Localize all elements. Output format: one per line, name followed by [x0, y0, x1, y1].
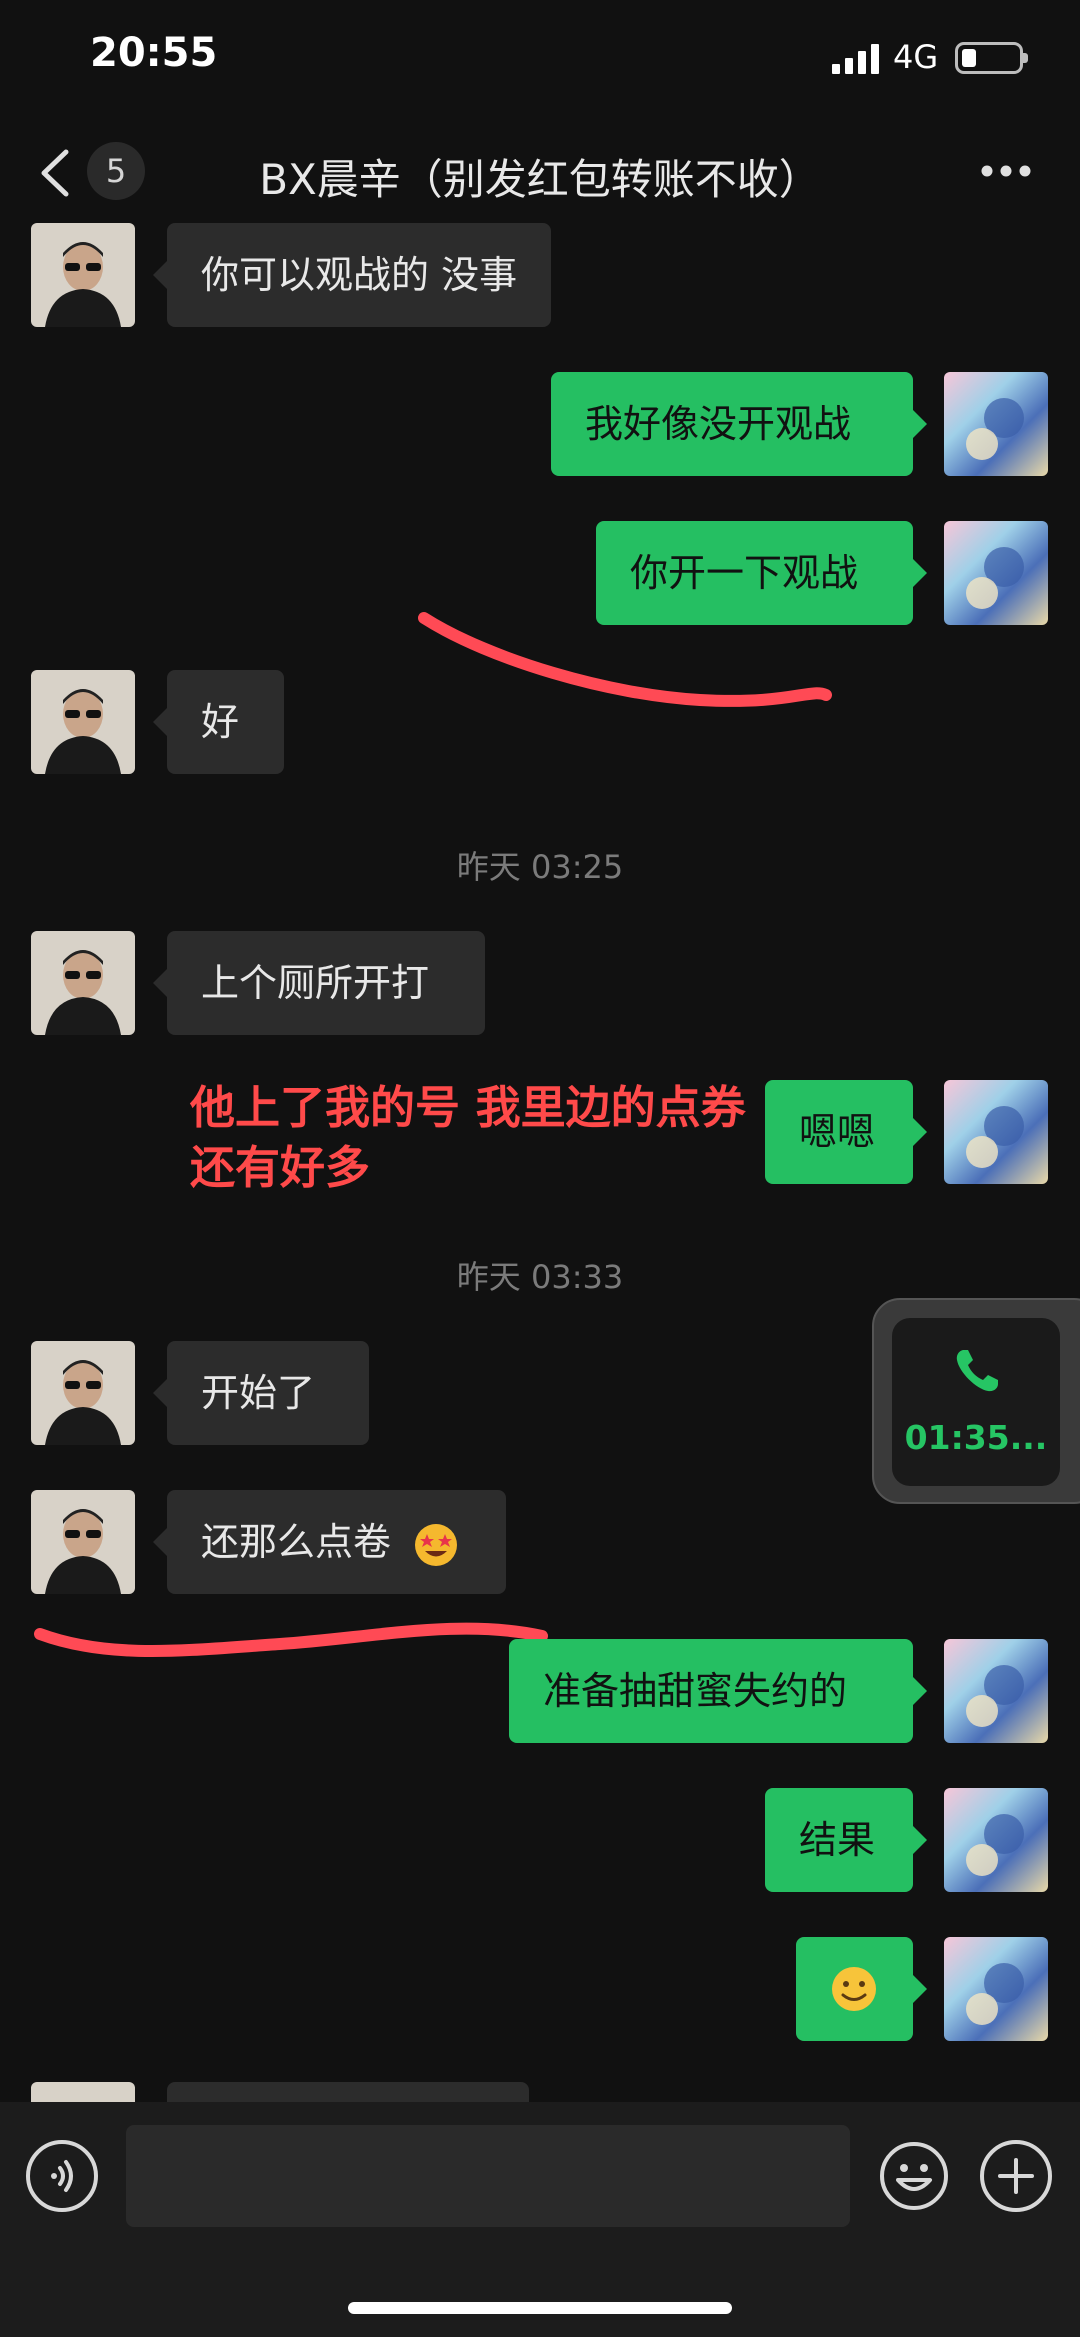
signal-icon: [832, 44, 879, 74]
message-text: 结果: [799, 1818, 876, 1862]
message-bubble-outgoing[interactable]: 准备抽甜蜜失约的: [509, 1639, 927, 1743]
message-bubble-incoming[interactable]: 还那么点卷: [153, 1490, 506, 1594]
red-annotation-text: 他上了我的号 我里边的点券还有好多: [190, 1081, 746, 1194]
my-avatar[interactable]: [944, 1080, 1048, 1184]
contact-avatar[interactable]: [31, 931, 135, 1035]
message-text: 准备抽甜蜜失约的: [543, 1669, 848, 1713]
red-scribble-underline: [34, 1622, 548, 1657]
contact-avatar-partial: [31, 2082, 135, 2102]
phone-icon: [956, 1350, 998, 1392]
my-avatar[interactable]: [944, 1788, 1048, 1892]
timestamp: 昨天 03:33: [456, 1258, 624, 1296]
my-avatar[interactable]: [944, 1937, 1048, 2041]
message-input[interactable]: [126, 2125, 850, 2227]
my-avatar[interactable]: [944, 372, 1048, 476]
status-time: 20:55: [90, 30, 218, 76]
chat-title: BX晨辛（别发红包转账不收）: [259, 155, 821, 204]
battery-icon: [955, 42, 1028, 74]
call-duration: 01:35...: [904, 1418, 1048, 1457]
message-bubble-incoming[interactable]: 上个厕所开打: [153, 931, 485, 1035]
plus-icon: [998, 2158, 1034, 2194]
star-struck-emoji-icon: [415, 1523, 458, 1566]
smile-emoji-icon: [832, 1967, 876, 2011]
more-options-icon[interactable]: [980, 164, 1032, 178]
message-bubble-outgoing[interactable]: 结果: [765, 1788, 927, 1892]
message-text: 上个厕所开打: [201, 961, 430, 1005]
message-text: 开始了: [201, 1371, 316, 1415]
message-text: 嗯嗯: [799, 1110, 876, 1154]
message-bubble-incoming[interactable]: 你可以观战的 没事: [152, 223, 552, 327]
message-text: 还那么点卷: [201, 1520, 392, 1564]
home-indicator: [348, 2302, 732, 2314]
contact-avatar[interactable]: [31, 1341, 135, 1445]
emoji-button-icon[interactable]: [878, 2140, 950, 2212]
more-functions-button[interactable]: [980, 2140, 1052, 2212]
message-text: 你可以观战的 没事: [201, 253, 518, 297]
message-bubble-incoming[interactable]: 开始了: [153, 1341, 369, 1445]
my-avatar[interactable]: [944, 521, 1048, 625]
timestamp: 昨天 03:25: [456, 848, 624, 886]
message-bubble-outgoing[interactable]: 嗯嗯: [765, 1080, 927, 1184]
floating-call-window[interactable]: 01:35...: [872, 1298, 1080, 1504]
voice-input-button[interactable]: [26, 2140, 98, 2212]
contact-avatar[interactable]: [31, 223, 135, 327]
contact-avatar[interactable]: [31, 670, 135, 774]
message-bubble-incoming[interactable]: 好: [153, 670, 284, 774]
contact-avatar[interactable]: [31, 1490, 135, 1594]
voice-icon: [51, 2160, 73, 2192]
message-text: 我好像没开观战: [585, 402, 852, 446]
network-label: 4G: [893, 38, 939, 76]
message-text: 你开一下观战: [630, 551, 859, 595]
message-bubble-partial: [167, 2082, 529, 2102]
red-scribble-underline: [418, 612, 832, 707]
message-bubble-outgoing[interactable]: 我好像没开观战: [551, 372, 927, 476]
message-bubble-outgoing[interactable]: [796, 1937, 927, 2041]
my-avatar[interactable]: [944, 1639, 1048, 1743]
message-text: 好: [201, 700, 240, 744]
